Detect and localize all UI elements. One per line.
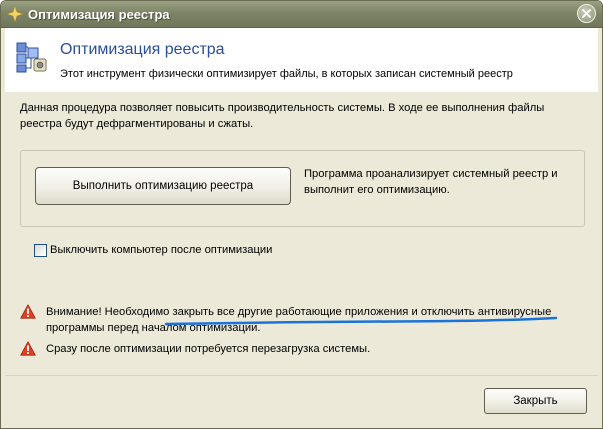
- shutdown-checkbox-label[interactable]: Выключить компьютер после оптимизации: [50, 244, 272, 256]
- close-button[interactable]: Закрыть: [484, 388, 587, 414]
- title-bar[interactable]: Оптимизация реестра: [1, 1, 602, 28]
- warning-reboot-text: Сразу после оптимизации потребуется пере…: [46, 343, 371, 355]
- footer: Закрыть: [5, 375, 598, 428]
- registry-icon: [16, 42, 47, 73]
- window-title: Оптимизация реестра: [28, 7, 170, 22]
- warning-icon: [20, 341, 36, 356]
- annotation-underline: [164, 316, 558, 326]
- header-subtitle: Этот инструмент физически оптимизирует ф…: [60, 68, 513, 80]
- app-title-icon: [7, 6, 23, 22]
- close-icon: [582, 9, 591, 18]
- header-title: Оптимизация реестра: [60, 41, 225, 58]
- description-text: Данная процедура позволяет повысить прои…: [20, 102, 545, 130]
- shutdown-checkbox[interactable]: [34, 244, 47, 257]
- run-optimization-button[interactable]: Выполнить оптимизацию реестра: [35, 167, 291, 205]
- action-panel: Выполнить оптимизацию реестра Программа …: [20, 150, 585, 227]
- registry-optimization-window: Оптимизация реестра Оптимизация реестра …: [0, 0, 603, 429]
- header-area: Оптимизация реестра Этот инструмент физи…: [5, 28, 598, 92]
- run-optimization-description: Программа проанализирует системный реест…: [304, 168, 558, 196]
- window-close-button[interactable]: [577, 4, 596, 23]
- warning-icon: [20, 304, 36, 319]
